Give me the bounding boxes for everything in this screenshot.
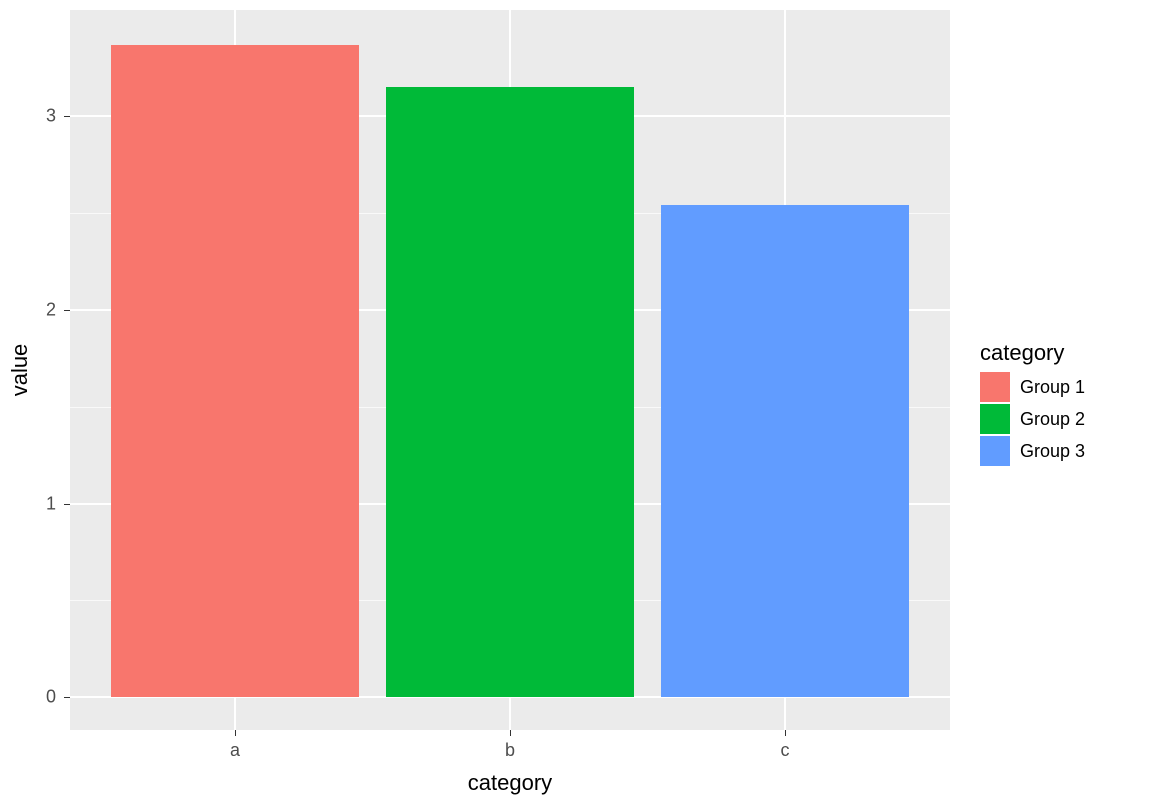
x-tick-mark bbox=[235, 730, 236, 736]
y-tick-mark bbox=[64, 697, 70, 698]
y-tick-label: 3 bbox=[0, 106, 56, 127]
legend-label: Group 2 bbox=[1020, 409, 1085, 430]
y-tick-label: 2 bbox=[0, 300, 56, 321]
legend-title: category bbox=[980, 340, 1150, 366]
x-tick-mark bbox=[785, 730, 786, 736]
y-axis-title: value bbox=[7, 344, 33, 397]
legend-label: Group 1 bbox=[1020, 377, 1085, 398]
bar-b bbox=[386, 87, 634, 697]
x-axis-title: category bbox=[468, 770, 552, 796]
legend-label: Group 3 bbox=[1020, 441, 1085, 462]
x-tick-label: a bbox=[230, 740, 240, 761]
legend-swatch bbox=[980, 404, 1010, 434]
legend-swatch bbox=[980, 436, 1010, 466]
x-tick-label: c bbox=[781, 740, 790, 761]
legend-item: Group 2 bbox=[980, 404, 1150, 434]
bar-a bbox=[111, 45, 359, 697]
y-tick-mark bbox=[64, 116, 70, 117]
y-tick-label: 1 bbox=[0, 493, 56, 514]
x-tick-mark bbox=[510, 730, 511, 736]
x-tick-label: b bbox=[505, 740, 515, 761]
legend-swatch bbox=[980, 372, 1010, 402]
y-tick-mark bbox=[64, 504, 70, 505]
legend: category Group 1 Group 2 Group 3 bbox=[980, 0, 1150, 808]
bar-chart: value category category Group 1 Group 2 Gr… bbox=[0, 0, 1160, 808]
y-tick-label: 0 bbox=[0, 687, 56, 708]
legend-item: Group 3 bbox=[980, 436, 1150, 466]
plot-panel bbox=[70, 10, 950, 730]
y-tick-mark bbox=[64, 310, 70, 311]
legend-item: Group 1 bbox=[980, 372, 1150, 402]
bar-c bbox=[661, 205, 909, 697]
